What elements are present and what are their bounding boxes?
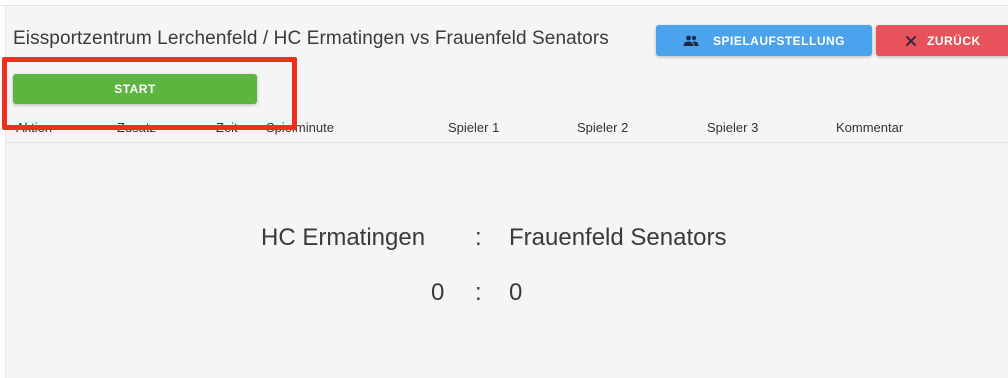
game-panel — [6, 6, 1008, 378]
lineup-label: SPIELAUFSTELLUNG — [712, 33, 845, 48]
lineup-button[interactable]: SPIELAUFSTELLUNG — [656, 25, 872, 56]
column-spieler-2: Spieler 2 — [577, 120, 629, 135]
table-header-divider — [6, 142, 1008, 143]
top-border — [0, 5, 1008, 6]
close-icon — [906, 35, 916, 46]
away-team: Frauenfeld Senators — [509, 224, 727, 251]
column-zusatz: Zusatz — [117, 120, 157, 135]
back-label: ZURÜCK — [927, 33, 981, 48]
back-button[interactable]: ZURÜCK — [876, 25, 1008, 56]
column-kommentar: Kommentar — [836, 120, 904, 135]
left-border — [5, 5, 6, 378]
page-title: Eissportzentrum Lerchenfeld / HC Ermatin… — [13, 28, 609, 49]
column-aktion: Aktion — [16, 120, 53, 135]
home-team: HC Ermatingen — [261, 224, 426, 251]
column-zeit: Zeit — [216, 120, 238, 135]
home-score: 0 — [431, 279, 445, 306]
column-spieler-1: Spieler 1 — [448, 120, 500, 135]
start-label: START — [114, 82, 156, 96]
column-spielminute: Spielminute — [266, 120, 334, 135]
start-button[interactable]: START — [13, 74, 257, 104]
score-separator: : — [475, 279, 482, 306]
people-icon — [683, 35, 699, 47]
teams-separator: : — [475, 224, 482, 251]
away-score: 0 — [509, 279, 523, 306]
app-frame: Eissportzentrum Lerchenfeld / HC Ermatin… — [0, 0, 1008, 378]
column-spieler-3: Spieler 3 — [707, 120, 759, 135]
